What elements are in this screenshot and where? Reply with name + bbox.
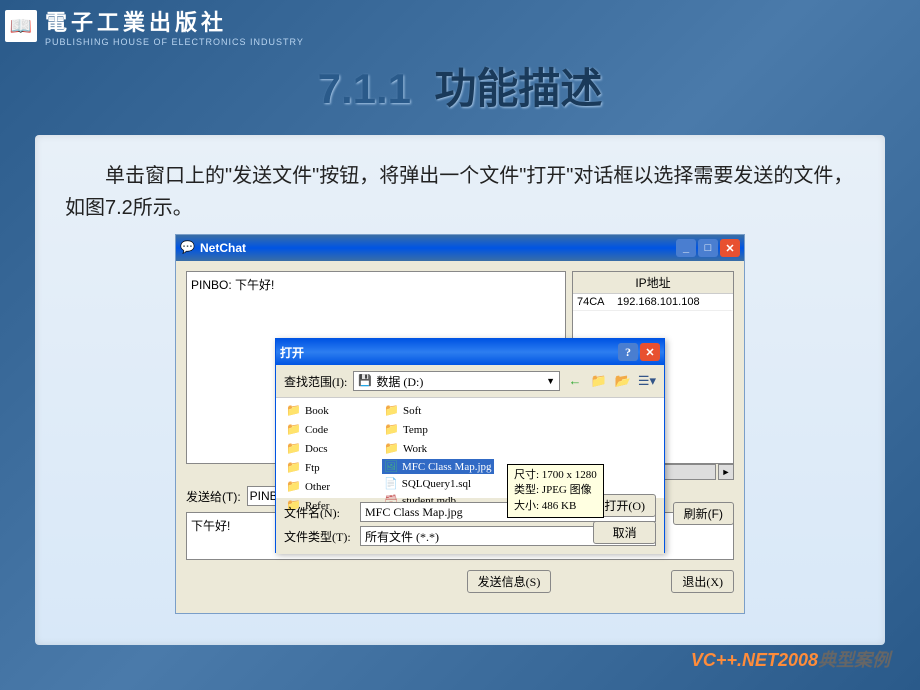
tooltip-size: 大小: 486 KB [514,499,597,514]
file-browser[interactable]: 📁Book📁Code📁Docs📁Ftp📁Other📁Refer 📁Soft📁Te… [276,398,664,498]
folder-icon: 📁 [286,403,301,418]
footer-product: VC++.NET2008 [691,650,818,670]
look-in-label: 查找范围(I): [284,373,347,390]
app-icon: 💬 [180,240,196,256]
look-in-value: 数据 (D:) [376,373,423,390]
ip-address: 192.168.101.108 [617,296,700,308]
new-folder-icon[interactable]: 📂 [614,372,632,390]
back-icon[interactable]: ← [566,372,584,390]
cancel-button[interactable]: 取消 [593,521,656,544]
file-icon: 🖼 [384,460,398,473]
section-title: 功能描述 [434,65,602,112]
scroll-right-button[interactable]: ► [718,464,734,480]
file-item[interactable]: 📄SQLQuery1.sql [382,476,494,491]
body-paragraph: 单击窗口上的"发送文件"按钮，将弹出一个文件"打开"对话框以选择需要发送的文件，… [65,160,855,224]
minimize-button[interactable]: _ [676,239,696,257]
chevron-down-icon: ▼ [546,376,555,386]
folder-icon: 📁 [384,403,399,418]
tooltip-type: 类型: JPEG 图像 [514,483,597,498]
ip-host: 74CA [577,296,617,308]
folder-icon: 📁 [286,422,301,437]
drive-icon: 💾 [358,374,372,388]
folder-item[interactable]: 📁Other [284,478,332,495]
footer-suffix: 典型案例 [818,650,890,670]
folder-icon: 📁 [384,441,399,456]
send-to-label: 发送给(T): [186,488,241,505]
up-folder-icon[interactable]: 📁 [590,372,608,390]
folder-item[interactable]: 📁Work [382,440,494,457]
folder-icon: 📁 [286,479,301,494]
folder-item[interactable]: 📁Soft [382,402,494,419]
netchat-titlebar[interactable]: 💬 NetChat _ □ ✕ [176,235,744,261]
dialog-close-button[interactable]: ✕ [640,343,660,361]
file-icon: 📄 [384,477,398,490]
page-title: 7.1.1 功能描述 [0,55,920,116]
folder-item[interactable]: 📁Code [284,421,332,438]
refresh-button[interactable]: 刷新(F) [673,502,734,525]
close-button[interactable]: ✕ [720,239,740,257]
file-tooltip: 尺寸: 1700 x 1280 类型: JPEG 图像 大小: 486 KB [507,464,604,518]
ip-header: IP地址 [573,272,733,294]
send-message-button[interactable]: 发送信息(S) [467,570,552,593]
exit-button[interactable]: 退出(X) [671,570,734,593]
publisher-name-cn: 電子工業出版社 [45,5,304,37]
folder-item[interactable]: 📁Ftp [284,459,332,476]
window-title: NetChat [200,241,674,255]
filename-label: 文件名(N): [284,504,354,521]
publisher-logo: 📖 電子工業出版社 PUBLISHING HOUSE OF ELECTRONIC… [5,5,304,47]
footer: VC++.NET2008典型案例 [691,646,890,672]
maximize-button[interactable]: □ [698,239,718,257]
open-file-dialog: 打开 ? ✕ 查找范围(I): 💾 数据 (D:) ▼ ← 📁 📂 ☰▾ 📁Bo… [275,338,665,553]
tooltip-dimensions: 尺寸: 1700 x 1280 [514,468,597,483]
folder-item[interactable]: 📁Docs [284,440,332,457]
open-dialog-titlebar[interactable]: 打开 ? ✕ [276,339,664,365]
file-item[interactable]: 🖼MFC Class Map.jpg [382,459,494,474]
look-in-dropdown[interactable]: 💾 数据 (D:) ▼ [353,371,560,391]
folder-icon: 📁 [384,422,399,437]
folder-icon: 📁 [286,441,301,456]
filetype-label: 文件类型(T): [284,528,354,545]
open-dialog-title: 打开 [280,344,616,361]
help-button[interactable]: ? [618,343,638,361]
folder-item[interactable]: 📁Temp [382,421,494,438]
logo-icon: 📖 [5,10,37,42]
section-number: 7.1.1 [318,65,411,112]
publisher-name-en: PUBLISHING HOUSE OF ELECTRONICS INDUSTRY [45,37,304,47]
ip-list-row[interactable]: 74CA 192.168.101.108 [573,294,733,311]
view-menu-icon[interactable]: ☰▾ [638,372,656,390]
folder-item[interactable]: 📁Book [284,402,332,419]
folder-icon: 📁 [286,460,301,475]
